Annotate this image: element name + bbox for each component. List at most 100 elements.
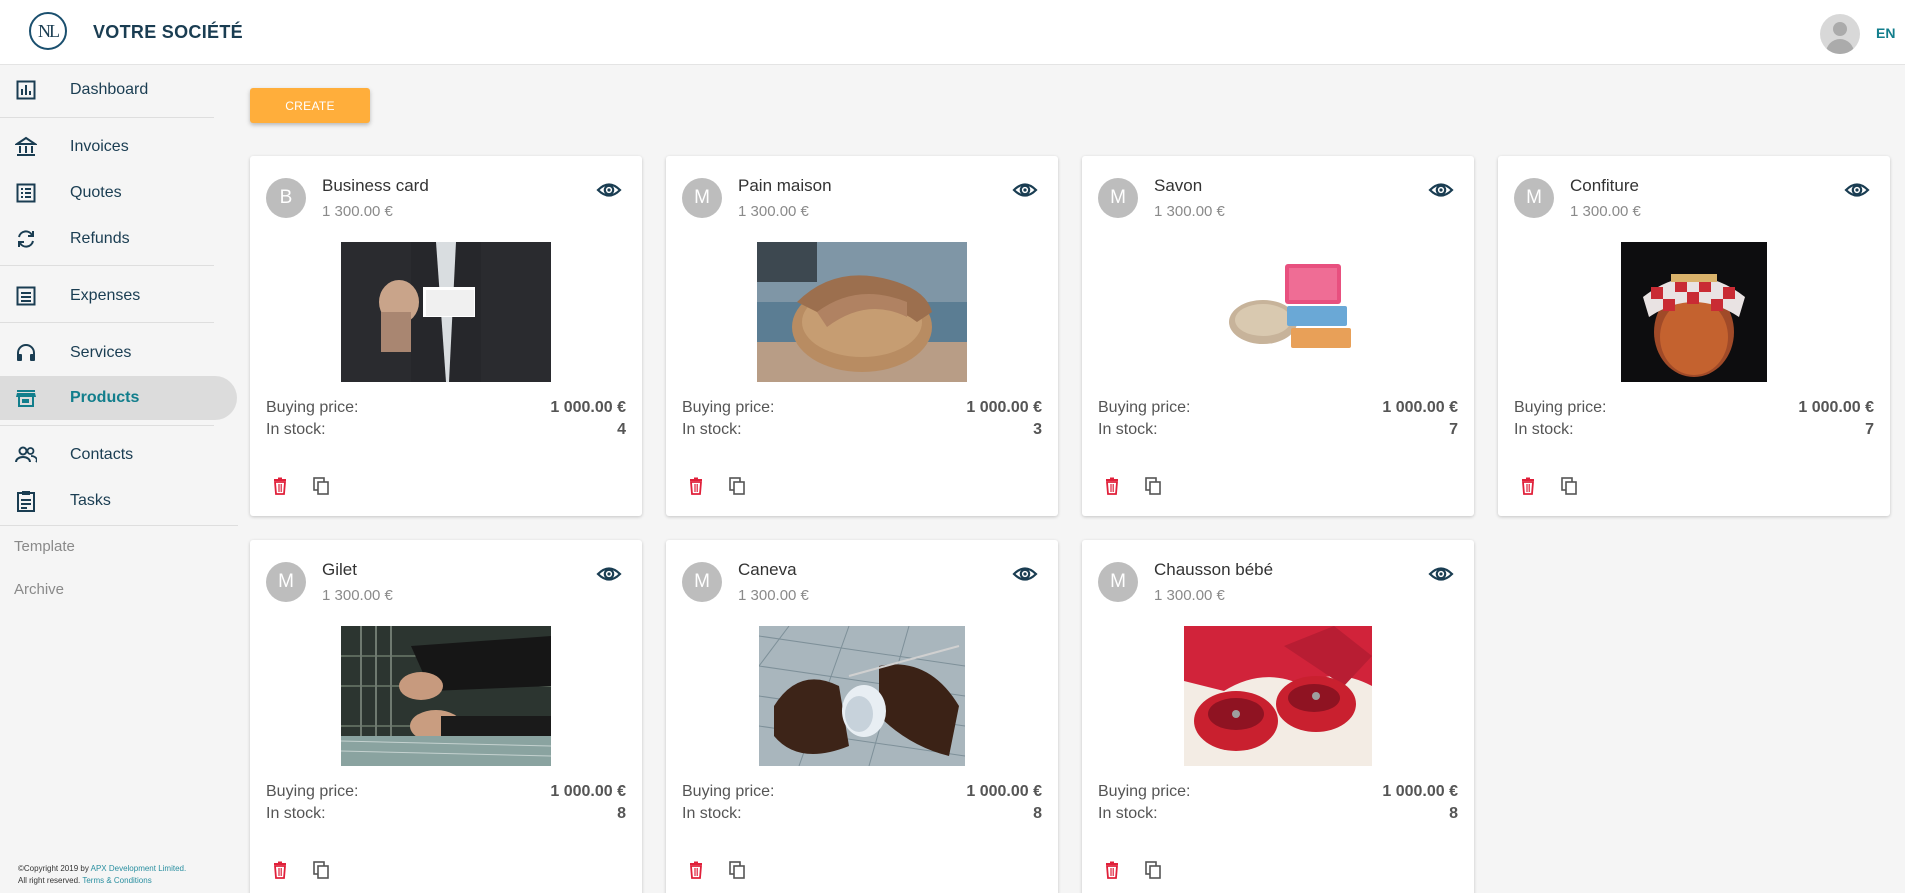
user-avatar[interactable] [1820,14,1860,54]
product-card[interactable]: M Gilet 1 300.00 € Buying price: 1 000.00 € I… [250,540,642,893]
sidebar-item-tasks[interactable]: Tasks [0,479,238,523]
stock-value: 8 [1449,805,1458,822]
sidebar-item-contacts[interactable]: Contacts [0,433,238,477]
sidebar-item-label: Tasks [70,492,111,509]
buying-price-value: 1 000.00 € [966,783,1042,800]
buying-price-label: Buying price: [266,783,359,800]
trash-icon[interactable] [686,860,706,880]
product-card[interactable]: M Pain maison 1 300.00 € Buying price: 1 000… [666,156,1058,516]
product-avatar: M [682,178,722,218]
stock-value: 8 [617,805,626,822]
stock-label: In stock: [1098,421,1158,438]
terms-link[interactable]: Terms & Conditions [82,876,151,885]
buying-price-value: 1 000.00 € [1382,399,1458,416]
copy-icon[interactable] [1143,860,1163,880]
trash-icon[interactable] [686,476,706,496]
product-avatar: M [1098,562,1138,602]
product-card[interactable]: M Confiture 1 300.00 € Buying price: 1 000.0… [1498,156,1890,516]
copy-icon[interactable] [311,476,331,496]
create-button[interactable]: CREATE [250,88,370,123]
sidebar-item-label: Services [70,344,132,361]
product-avatar: M [1514,178,1554,218]
sidebar-item-label: Expenses [70,287,141,304]
product-card[interactable]: M Savon 1 300.00 € Buying price: 1 000.00 € I… [1082,156,1474,516]
product-name: Gilet [322,560,357,579]
buying-price-value: 1 000.00 € [550,399,626,416]
product-card[interactable]: M Chausson bébé 1 300.00 € Buying price: 1 0… [1082,540,1474,893]
stock-label: In stock: [266,421,326,438]
eye-icon[interactable] [1012,177,1038,203]
sidebar-item-label: Contacts [70,446,134,463]
product-price: 1 300.00 € [322,587,393,604]
copy-icon[interactable] [1143,476,1163,496]
trash-icon[interactable] [270,476,290,496]
trash-icon[interactable] [1102,860,1122,880]
sidebar-item-products[interactable]: Products [0,376,237,420]
sidebar-item-quotes[interactable]: Quotes [0,171,238,215]
buying-price-value: 1 000.00 € [1382,783,1458,800]
trash-icon[interactable] [1102,476,1122,496]
product-avatar: B [266,178,306,218]
eye-icon[interactable] [596,177,622,203]
trash-icon[interactable] [270,860,290,880]
people-icon [14,443,38,467]
sync-icon [14,227,38,251]
product-image [341,626,551,766]
sidebar-divider [0,117,214,118]
stock-label: In stock: [1514,421,1574,438]
buying-price-label: Buying price: [266,399,359,416]
stock-value: 4 [617,421,626,438]
company-logo[interactable]: NL [29,12,67,50]
list-icon [14,181,38,205]
sidebar-item-refunds[interactable]: Refunds [0,217,238,261]
sidebar-item-label: Products [70,389,140,406]
buying-price-value: 1 000.00 € [1798,399,1874,416]
product-image [759,626,965,766]
buying-price-label: Buying price: [1098,399,1191,416]
sidebar-link-archive[interactable]: Archive [14,581,64,598]
sidebar-item-services[interactable]: Services [0,331,238,375]
stock-label: In stock: [266,805,326,822]
sidebar-item-expenses[interactable]: Expenses [0,274,238,318]
copy-icon[interactable] [311,860,331,880]
copy-icon[interactable] [1559,476,1579,496]
eye-icon[interactable] [1428,561,1454,587]
buying-price-label: Buying price: [1098,783,1191,800]
bank-icon [14,135,38,159]
stock-value: 7 [1449,421,1458,438]
company-link[interactable]: APX Development Limited. [91,864,187,873]
sidebar: Dashboard Invoices Quotes Refunds Expens… [0,65,238,893]
sidebar-divider [0,265,214,266]
sidebar-item-label: Refunds [70,230,130,247]
buying-price-value: 1 000.00 € [550,783,626,800]
sidebar-item-dashboard[interactable]: Dashboard [0,68,238,112]
sidebar-item-invoices[interactable]: Invoices [0,125,238,169]
product-name: Caneva [738,560,797,579]
sidebar-link-template[interactable]: Template [14,538,75,555]
company-name: VOTRE SOCIÉTÉ [93,22,243,42]
stock-label: In stock: [682,805,742,822]
product-card[interactable]: M Caneva 1 300.00 € Buying price: 1 000.00 €… [666,540,1058,893]
product-price: 1 300.00 € [1154,587,1225,604]
trash-icon[interactable] [1518,476,1538,496]
eye-icon[interactable] [1012,561,1038,587]
language-switch[interactable]: EN [1876,25,1895,41]
copy-icon[interactable] [727,860,747,880]
top-bar: NL VOTRE SOCIÉTÉ EN [0,0,1905,65]
product-name: Confiture [1570,176,1639,195]
product-avatar: M [682,562,722,602]
product-name: Pain maison [738,176,832,195]
sidebar-item-label: Dashboard [70,81,149,98]
eye-icon[interactable] [1844,177,1870,203]
product-name: Chausson bébé [1154,560,1274,579]
copy-icon[interactable] [727,476,747,496]
stock-value: 3 [1033,421,1042,438]
sidebar-item-label: Invoices [70,138,129,155]
buying-price-value: 1 000.00 € [966,399,1042,416]
product-price: 1 300.00 € [738,203,809,220]
eye-icon[interactable] [596,561,622,587]
eye-icon[interactable] [1428,177,1454,203]
product-avatar: M [266,562,306,602]
product-card[interactable]: B Business card 1 300.00 € Buying price: 1 0… [250,156,642,516]
buying-price-label: Buying price: [1514,399,1607,416]
